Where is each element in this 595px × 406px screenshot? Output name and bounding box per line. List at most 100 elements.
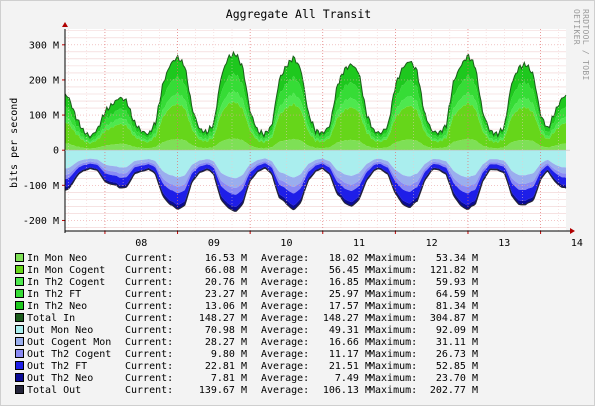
y-tick-label: 200 M — [29, 75, 59, 86]
maximum-label: Maximum: — [369, 361, 418, 372]
maximum-value: 304.87 M — [429, 313, 478, 324]
legend-row: Out Cogent Mon Current: 28.27 M Average: 16.… — [15, 337, 590, 349]
current-label: Current: — [125, 313, 174, 324]
maximum-label: Maximum: — [369, 301, 418, 312]
legend-swatch — [15, 313, 24, 322]
legend-row: In Mon Neo Current: 16.53 M Average: 18.02 M… — [15, 253, 590, 265]
average-label: Average: — [261, 385, 310, 396]
average-value: 21.51 M — [328, 361, 371, 372]
current-label: Current: — [125, 289, 174, 300]
current-value: 148.27 M — [198, 313, 247, 324]
x-tick-label: 09 — [208, 238, 220, 249]
legend-name: Total In — [27, 313, 76, 324]
legend-swatch — [15, 373, 24, 382]
maximum-label: Maximum: — [369, 253, 418, 264]
average-value: 11.17 M — [328, 349, 371, 360]
current-label: Current: — [125, 325, 174, 336]
average-value: 49.31 M — [328, 325, 371, 336]
current-value: 28.27 M — [204, 337, 247, 348]
average-label: Average: — [261, 361, 310, 372]
maximum-value: 202.77 M — [429, 385, 478, 396]
legend-name: In Mon Neo — [27, 253, 88, 264]
legend-row: In Th2 FT Current: 23.27 M Average: 25.97 MM… — [15, 289, 590, 301]
y-tick-label: 0 — [53, 146, 59, 157]
legend-name: Out Th2 Neo — [27, 373, 94, 384]
current-label: Current: — [125, 265, 174, 276]
current-label: Current: — [125, 373, 174, 384]
average-label: Average: — [261, 349, 310, 360]
maximum-label: Maximum: — [369, 277, 418, 288]
legend-swatch — [15, 289, 24, 298]
current-value: 16.53 M — [204, 253, 247, 264]
current-value: 139.67 M — [198, 385, 247, 396]
legend-swatch — [15, 325, 24, 334]
y-tick-label: 100 M — [29, 111, 59, 122]
maximum-value: 81.34 M — [435, 301, 478, 312]
legend-swatch — [15, 265, 24, 274]
x-tick-label: 12 — [426, 238, 438, 249]
legend-row: Out Th2 Neo Current: 7.81 M Average: 7.49 MM… — [15, 373, 590, 385]
x-tick-label: 11 — [353, 238, 365, 249]
average-label: Average: — [261, 253, 310, 264]
maximum-value: 26.73 M — [435, 349, 478, 360]
x-axis-arrow — [570, 228, 575, 234]
legend-swatch — [15, 301, 24, 310]
x-tick-label: 10 — [280, 238, 292, 249]
maximum-label: Maximum: — [369, 349, 418, 360]
current-value: 20.76 M — [204, 277, 247, 288]
current-label: Current: — [125, 301, 174, 312]
average-label: Average: — [261, 337, 310, 348]
maximum-value: 92.09 M — [435, 325, 478, 336]
maximum-value: 121.82 M — [429, 265, 478, 276]
maximum-label: Maximum: — [369, 289, 418, 300]
maximum-value: 59.93 M — [435, 277, 478, 288]
legend-name: Out Th2 FT — [27, 361, 88, 372]
average-label: Average: — [261, 289, 310, 300]
current-value: 23.27 M — [204, 289, 247, 300]
maximum-value: 31.11 M — [435, 337, 478, 348]
average-label: Average: — [261, 313, 310, 324]
average-value: 16.85 M — [328, 277, 371, 288]
maximum-label: Maximum: — [369, 337, 418, 348]
x-tick-label: 08 — [135, 238, 147, 249]
y-tick-label: -100 M — [23, 181, 59, 192]
legend-name: Out Th2 Cogent — [27, 349, 112, 360]
average-value: 56.45 M — [328, 265, 371, 276]
current-label: Current: — [125, 337, 174, 348]
average-label: Average: — [261, 265, 310, 276]
x-tick-label: 13 — [498, 238, 510, 249]
average-value: 7.49 M — [334, 373, 371, 384]
current-label: Current: — [125, 277, 174, 288]
maximum-label: Maximum: — [369, 373, 418, 384]
legend-row: Total In Current: 148.27 M Average: 148.27 M… — [15, 313, 590, 325]
average-label: Average: — [261, 301, 310, 312]
legend-name: In Mon Cogent — [27, 265, 106, 276]
maximum-value: 64.59 M — [435, 289, 478, 300]
legend-row: In Th2 Neo Current: 13.06 M Average: 17.57 M… — [15, 301, 590, 313]
legend-row: Out Th2 FT Current: 22.81 M Average: 21.51 M… — [15, 361, 590, 373]
average-label: Average: — [261, 373, 310, 384]
legend-name: In Th2 Neo — [27, 301, 88, 312]
legend-row: Total Out Current: 139.67 M Average: 106.13 … — [15, 385, 590, 397]
average-value: 18.02 M — [328, 253, 371, 264]
current-value: 13.06 M — [204, 301, 247, 312]
legend-swatch — [15, 277, 24, 286]
legend-row: In Th2 Cogent Current: 20.76 M Average: 16.8… — [15, 277, 590, 289]
legend-name: In Th2 Cogent — [27, 277, 106, 288]
y-tick-label: -200 M — [23, 216, 59, 227]
average-label: Average: — [261, 325, 310, 336]
legend-row: In Mon Cogent Current: 66.08 M Average: 56.4… — [15, 265, 590, 277]
maximum-value: 23.70 M — [435, 373, 478, 384]
legend-name: Out Mon Neo — [27, 325, 94, 336]
average-value: 17.57 M — [328, 301, 371, 312]
current-label: Current: — [125, 349, 174, 360]
legend-row: Out Mon Neo Current: 70.98 M Average: 49.31 … — [15, 325, 590, 337]
maximum-label: Maximum: — [369, 385, 418, 396]
current-label: Current: — [125, 385, 174, 396]
current-value: 66.08 M — [204, 265, 247, 276]
legend-name: In Th2 FT — [27, 289, 82, 300]
current-label: Current: — [125, 361, 174, 372]
y-axis-arrow — [62, 22, 68, 27]
current-label: Current: — [125, 253, 174, 264]
y-tick-label: 300 M — [29, 40, 59, 51]
